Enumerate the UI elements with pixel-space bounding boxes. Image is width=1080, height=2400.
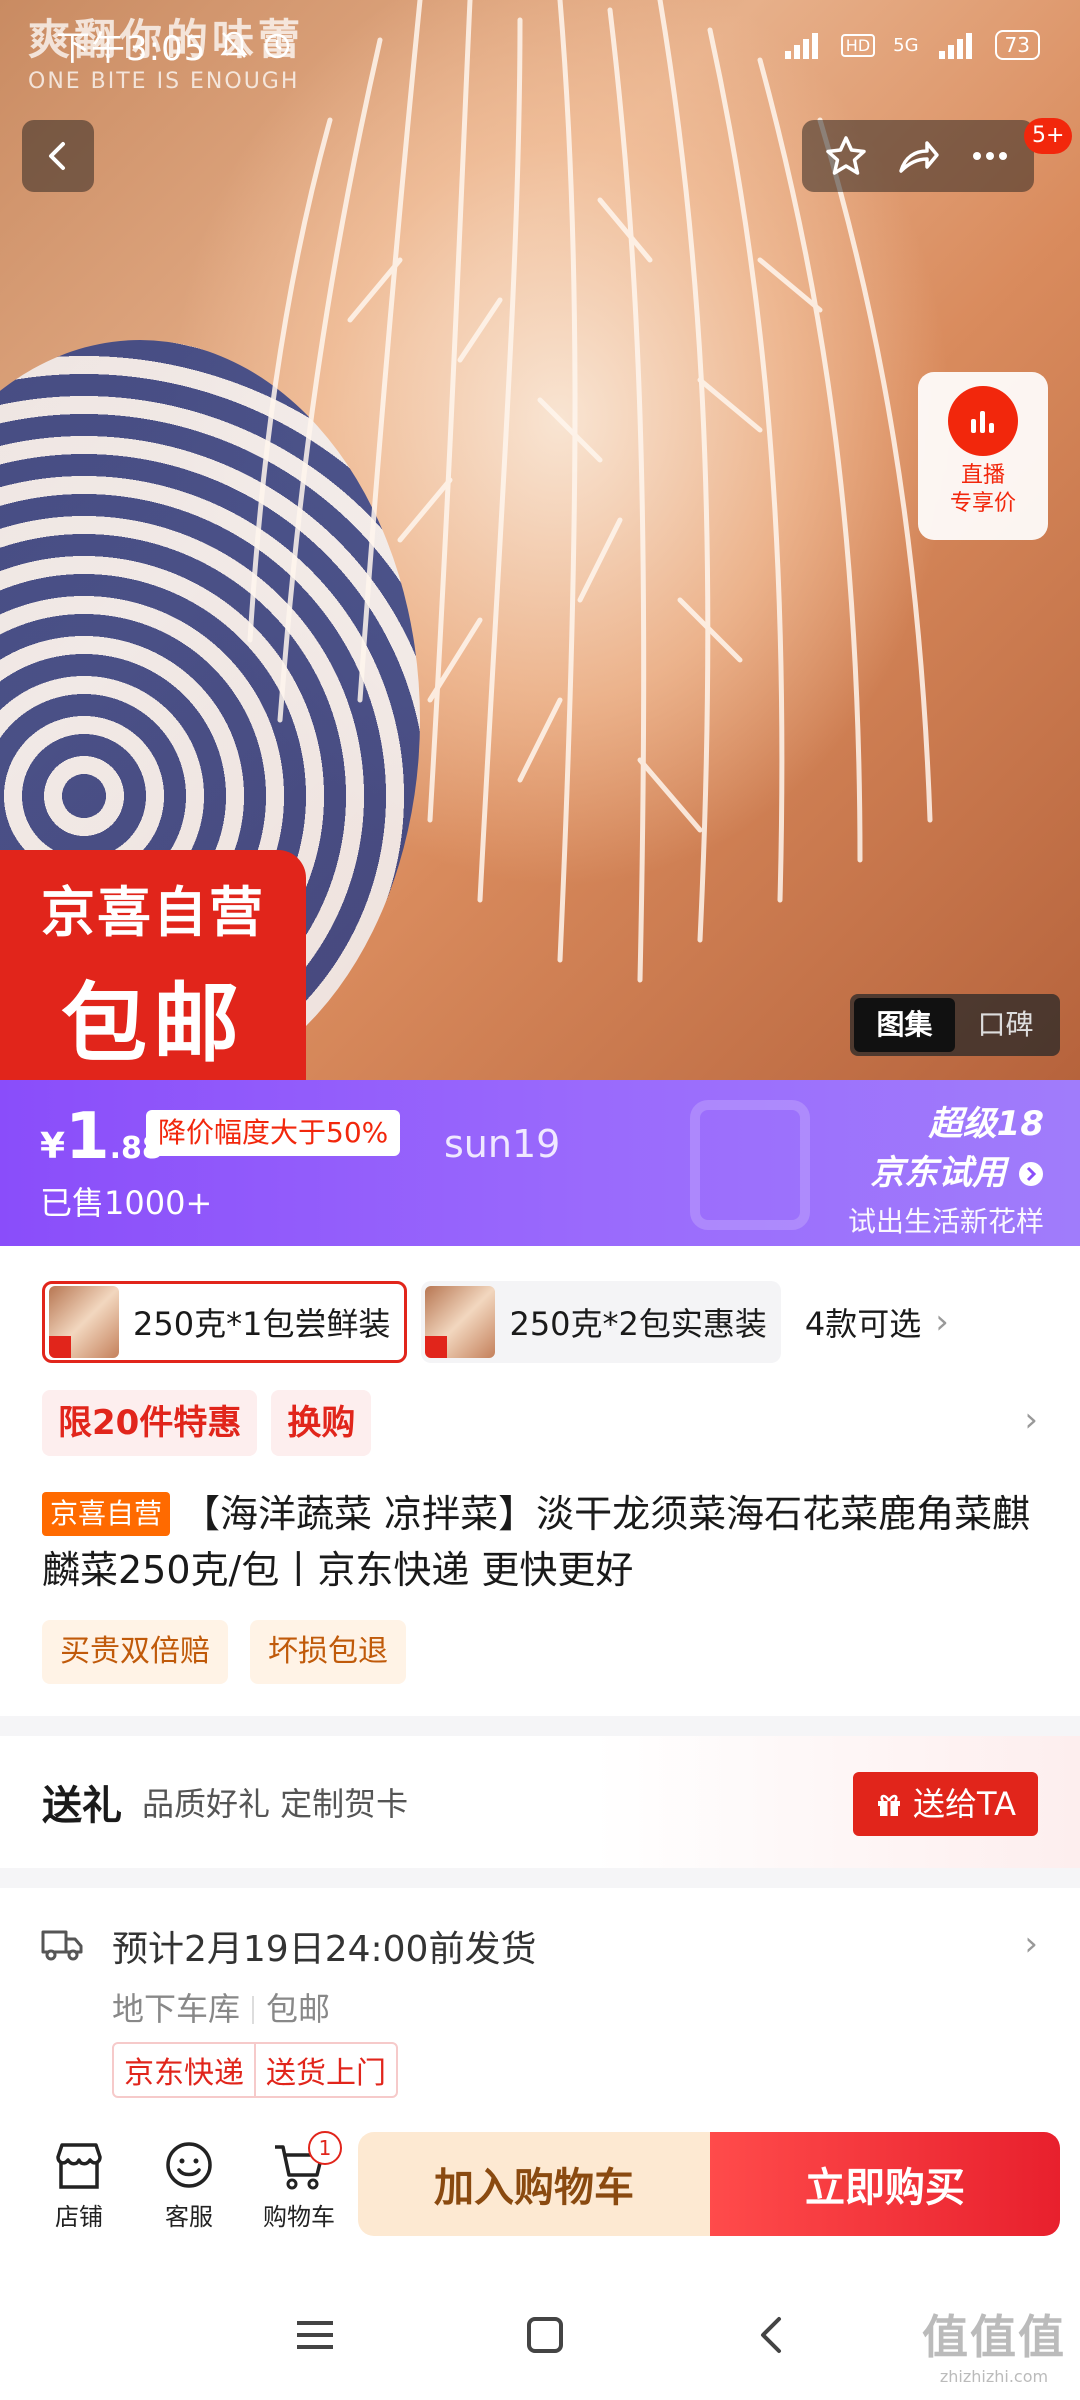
- battery-level: 73: [994, 30, 1040, 60]
- top-action-group: [802, 120, 1034, 192]
- menu-icon[interactable]: [295, 2317, 335, 2353]
- system-nav-bar: [0, 2270, 1080, 2400]
- trial-line-2-text: 京东试用: [870, 1153, 1007, 1193]
- notification-badge: 5+: [1024, 118, 1073, 154]
- section-divider: [0, 1716, 1080, 1736]
- sku-thumbnail: [49, 1286, 119, 1358]
- delivery-estimate: 预计2月19日24:00前发货: [112, 1929, 537, 1970]
- chevron-right-icon[interactable]: ›: [935, 1302, 949, 1342]
- price-integer: 1: [65, 1100, 110, 1174]
- watermark-logo: 值值值: [922, 2310, 1066, 2364]
- sku-label: 250克*1包尝鲜装: [133, 1305, 391, 1343]
- location-text: 地下车库: [112, 1990, 241, 2028]
- price: ¥ 1 .88: [40, 1100, 163, 1174]
- sku-label: 250克*2包实惠装: [509, 1305, 767, 1343]
- add-to-cart-button[interactable]: 加入购物车: [358, 2132, 710, 2236]
- gift-title: 送礼: [42, 1783, 122, 1829]
- delivery-tags: 京东快递 送货上门: [112, 2042, 398, 2098]
- cart-count-badge: 1: [308, 2130, 342, 2165]
- status-time: 下午3:05: [56, 28, 207, 69]
- tab-reviews[interactable]: 口碑: [955, 998, 1056, 1052]
- shop-button[interactable]: 店铺: [24, 2141, 134, 2232]
- live-label-2: 专享价: [949, 491, 1016, 516]
- price-drop-tag: 降价幅度大于50%: [146, 1110, 401, 1156]
- promo-line-1: 京喜自营: [41, 881, 265, 944]
- gallery-toggle: 图集 口碑: [850, 994, 1060, 1056]
- sku-option-2[interactable]: 250克*2包实惠装: [421, 1281, 781, 1363]
- delivery-location: 地下车库 包邮: [112, 1984, 330, 2030]
- status-bar: 下午3:05 HD 5G 73: [0, 0, 1080, 90]
- favorite-star-icon[interactable]: [823, 133, 869, 179]
- service-tag[interactable]: 坏损包退: [250, 1620, 406, 1684]
- jd-trial-banner[interactable]: 超级18 京东试用 试出生活新花样: [848, 1096, 1044, 1240]
- product-page: 爽翻你的味蕾 ONE BITE IS ENOUGH 京喜自营 包邮 图集 口碑 …: [0, 0, 1080, 2400]
- separator: [252, 1996, 255, 2024]
- buy-now-button[interactable]: 立即购买: [710, 2132, 1060, 2236]
- cart-label: 购物车: [263, 2202, 335, 2231]
- gift-section[interactable]: 送礼 品质好礼 定制贺卡 送给TA: [0, 1736, 1080, 1868]
- watermark-url: zhizhizhi.com: [939, 2367, 1049, 2386]
- back-button[interactable]: [22, 120, 94, 192]
- alarm-icon: [265, 33, 290, 59]
- hd-indicator: HD: [840, 33, 876, 57]
- live-label: 直播 专享价: [950, 462, 1016, 518]
- product-title-block: 京喜自营 【海洋蔬菜 凉拌菜】淡干龙须菜海石花菜鹿角菜麒麟菜250克/包丨京东快递…: [42, 1486, 1042, 1598]
- chevron-right-icon[interactable]: ›: [1024, 1400, 1038, 1440]
- sold-count: 已售1000+: [40, 1184, 213, 1222]
- send-gift-label: 送给TA: [913, 1785, 1016, 1823]
- gift-icon: [878, 1794, 901, 1816]
- share-icon[interactable]: [895, 133, 941, 179]
- shop-label: 店铺: [55, 2202, 103, 2231]
- section-divider: [0, 1868, 1080, 1888]
- delivery-tag: 京东快递: [124, 2056, 244, 2091]
- signal-icon-2: [938, 33, 972, 59]
- chevron-left-icon: [49, 142, 65, 170]
- promo-tag[interactable]: 换购: [271, 1390, 372, 1456]
- price-band: ¥ 1 .88 降价幅度大于50% 已售1000+ sun19 超级18 京东试…: [0, 1080, 1080, 1246]
- sku-selector: 250克*1包尝鲜装 250克*2包实惠装 4款可选 ›: [0, 1262, 1080, 1382]
- back-nav-icon[interactable]: [755, 2315, 785, 2355]
- delivery-tag: 送货上门: [254, 2044, 396, 2096]
- site-watermark: 值值值 zhizhizhi.com: [922, 2301, 1066, 2386]
- live-stream-icon: [948, 386, 1018, 456]
- sku-thumbnail: [425, 1286, 496, 1358]
- more-icon[interactable]: [967, 133, 1013, 179]
- cart-button[interactable]: 购物车 1: [244, 2130, 354, 2232]
- trial-line-1: 超级18: [928, 1104, 1044, 1144]
- sku-more-options[interactable]: 4款可选: [805, 1299, 921, 1345]
- store-icon: [56, 2142, 102, 2189]
- free-shipping-promo: 京喜自营 包邮: [0, 850, 306, 1080]
- free-shipping-text: 包邮: [266, 1990, 331, 2028]
- home-icon[interactable]: [525, 2315, 565, 2355]
- service-tags: 买贵双倍赔 坏损包退: [42, 1620, 406, 1684]
- product-title: 【海洋蔬菜 凉拌菜】淡干龙须菜海石花菜鹿角菜麒麟菜250克/包丨京东快递 更快更…: [42, 1492, 1031, 1592]
- shopping-bag-decor-icon: [690, 1100, 810, 1230]
- mute-icon: [220, 31, 248, 58]
- promo-tag[interactable]: 限20件特惠: [42, 1390, 258, 1456]
- sku-option-1[interactable]: 250克*1包尝鲜装: [42, 1281, 408, 1363]
- chat-smile-icon: [166, 2141, 212, 2188]
- bottom-action-bar: 店铺 客服 购物车 1 加入购物车 立即购买: [0, 2112, 1080, 2260]
- arrow-circle-icon: [1019, 1162, 1043, 1186]
- network-type: 5G: [893, 34, 919, 56]
- send-gift-button[interactable]: 送给TA: [853, 1772, 1038, 1836]
- service-label: 客服: [165, 2202, 213, 2231]
- promo-tags: 限20件特惠 换购: [42, 1390, 372, 1456]
- live-price-card[interactable]: 直播 专享价: [918, 372, 1048, 540]
- signal-icon: [784, 33, 818, 59]
- shipping-section[interactable]: 预计2月19日24:00前发货 地下车库 包邮 京东快递 送货上门 ›: [0, 1888, 1080, 2108]
- truck-icon: [41, 1930, 83, 1961]
- user-watermark: sun19: [444, 1122, 561, 1166]
- price-currency: ¥: [40, 1126, 66, 1167]
- promo-line-2: 包邮: [61, 974, 245, 1074]
- trial-line-2: 京东试用: [848, 1145, 1044, 1194]
- customer-service-button[interactable]: 客服: [134, 2141, 244, 2232]
- gift-desc: 品质好礼 定制贺卡: [142, 1785, 409, 1823]
- service-tag[interactable]: 买贵双倍赔: [42, 1620, 228, 1684]
- self-operated-badge: 京喜自营: [42, 1492, 171, 1536]
- chevron-right-icon[interactable]: ›: [1024, 1924, 1038, 1964]
- tab-gallery[interactable]: 图集: [854, 998, 955, 1052]
- trial-line-3: 试出生活新花样: [847, 1205, 1044, 1238]
- live-label-1: 直播: [960, 463, 1005, 488]
